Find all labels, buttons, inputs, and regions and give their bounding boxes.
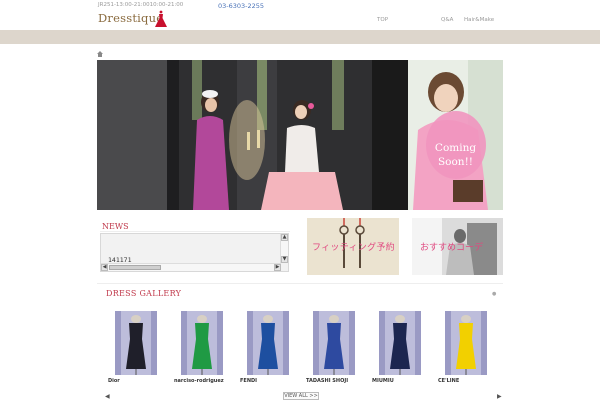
- coming-soon-line2: Soon!!: [437, 156, 474, 168]
- scroll-thumb[interactable]: [109, 265, 161, 270]
- scroll-down-icon[interactable]: ▼: [281, 256, 288, 263]
- gallery-brand-label[interactable]: TADASHI SHOJI: [306, 378, 348, 384]
- scroll-up-icon[interactable]: ▲: [281, 234, 288, 241]
- gallery-item[interactable]: [181, 311, 223, 375]
- gallery-item[interactable]: [313, 311, 355, 375]
- home-icon[interactable]: [97, 51, 103, 57]
- dress-photo: [445, 311, 487, 375]
- gallery-item[interactable]: [247, 311, 289, 375]
- gallery-item[interactable]: [115, 311, 157, 375]
- fitting-banner-text: フィッティング予約: [312, 243, 395, 253]
- gallery-more-icon[interactable]: ●: [492, 291, 496, 297]
- gallery-brand-label[interactable]: Dior: [108, 378, 120, 384]
- nav-top[interactable]: TOP: [377, 17, 388, 23]
- nav-qa[interactable]: Q&A: [441, 17, 453, 23]
- gallery-brand-label[interactable]: CE'LINE: [438, 378, 459, 384]
- gallery-brand-label[interactable]: MIUMIU: [372, 378, 394, 384]
- gallery-brand-label[interactable]: narciso-rodriguez: [174, 378, 224, 384]
- dress-photo: [247, 311, 289, 375]
- gallery-divider: [97, 283, 503, 284]
- dress-photo: [115, 311, 157, 375]
- header: JR251-13:00-21:0010:00-21:00 Dresstique …: [0, 0, 600, 30]
- gallery-brand-label[interactable]: FENDI: [240, 378, 257, 384]
- dress-photo: [313, 311, 355, 375]
- coming-soon-photo[interactable]: Coming Soon!!: [408, 60, 503, 210]
- coming-soon-image: [408, 60, 503, 210]
- gallery-item[interactable]: [445, 311, 487, 375]
- scroll-left-icon[interactable]: ◀: [101, 264, 108, 271]
- gallery-title: DRESS GALLERY: [106, 289, 182, 298]
- gallery-item[interactable]: [379, 311, 421, 375]
- dress-logo-icon: [155, 10, 167, 27]
- phone-number[interactable]: 03-6303-2255: [218, 2, 264, 10]
- dress-photo: [181, 311, 223, 375]
- news-horizontal-scrollbar[interactable]: ◀ ▶: [101, 263, 281, 271]
- news-vertical-scrollbar[interactable]: ▲ ▼: [280, 234, 288, 263]
- news-divider: [100, 231, 290, 232]
- scroll-right-icon[interactable]: ▶: [274, 264, 281, 271]
- gallery-next-icon[interactable]: ▶: [497, 393, 502, 400]
- hero-image: [97, 60, 408, 210]
- header-band: [0, 30, 600, 44]
- fitting-reservation-banner[interactable]: フィッティング予約: [307, 218, 399, 275]
- hero-photo: [97, 60, 408, 210]
- view-all-button[interactable]: VIEW ALL >>: [283, 392, 319, 400]
- coordinate-banner-text: おすすめコーデ: [420, 243, 484, 253]
- recommended-coordinate-banner[interactable]: おすすめコーデ: [412, 218, 503, 275]
- gallery-prev-icon[interactable]: ◀: [105, 393, 110, 400]
- news-frame[interactable]: 141171 ▲ ▼ ◀ ▶: [100, 233, 289, 272]
- coming-soon-line1: Coming: [434, 142, 477, 154]
- nav-hair-make[interactable]: Hair&Make: [464, 17, 494, 23]
- news-title: NEWS: [102, 222, 129, 231]
- business-hours: JR251-13:00-21:0010:00-21:00: [98, 2, 184, 8]
- dress-photo: [379, 311, 421, 375]
